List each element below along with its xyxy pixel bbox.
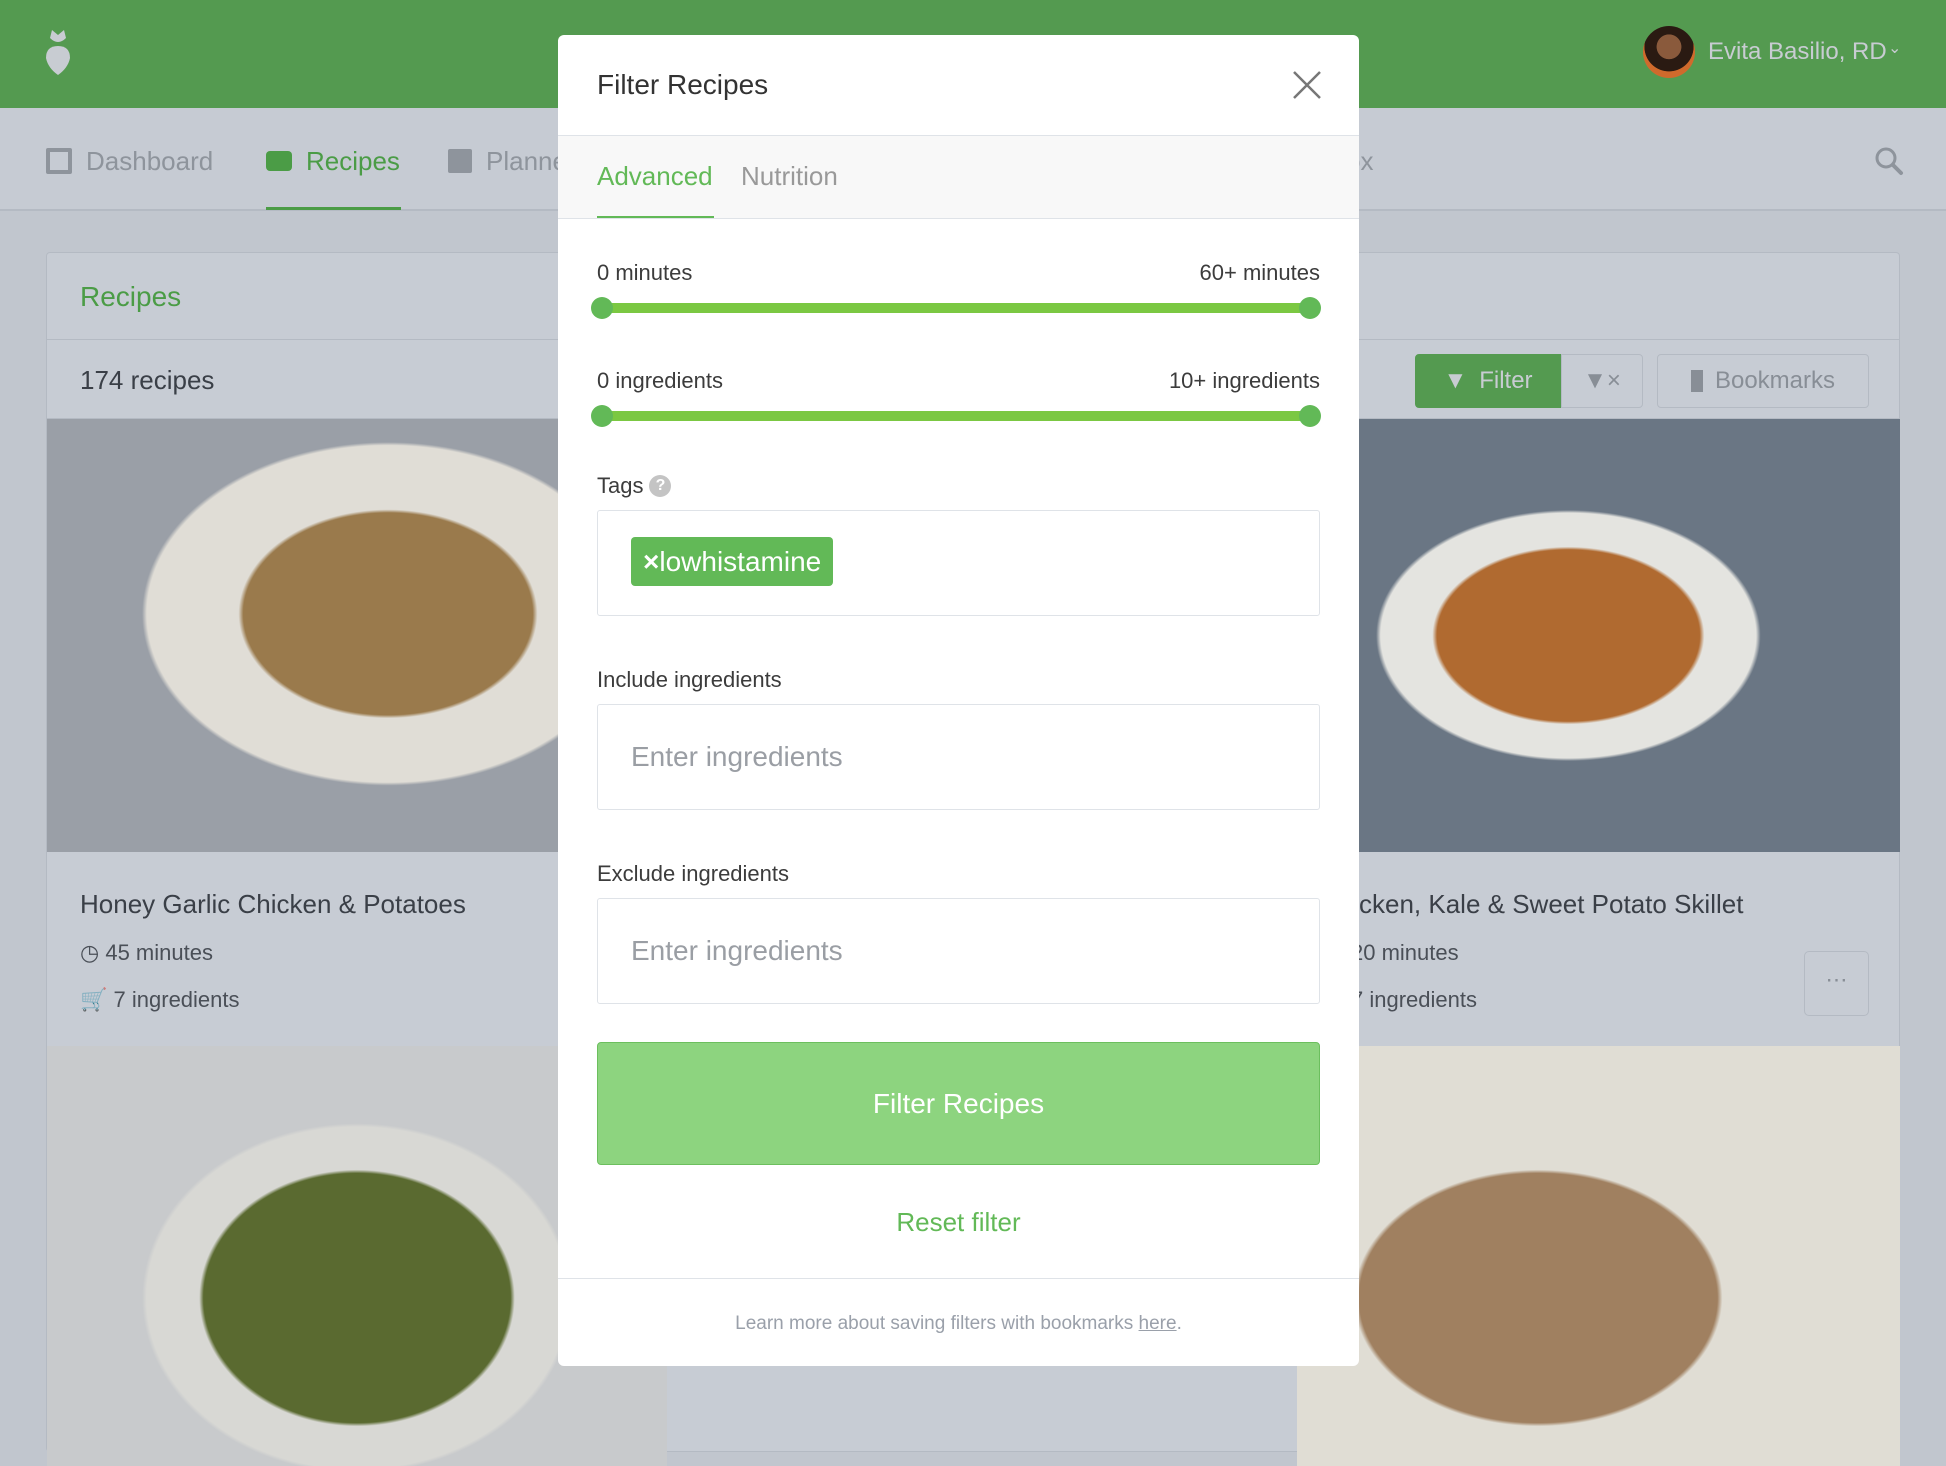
include-placeholder: Enter ingredients [631,741,843,772]
user-name[interactable]: Evita Basilio, RD [1708,38,1887,66]
time-max-label: 60+ minutes [1199,260,1320,285]
clear-filter-icon: ▼× [1583,367,1621,394]
chevron-down-icon[interactable]: ⌄ [1888,38,1901,58]
recipe-time: ◷ 45 minutes [80,940,213,966]
cart-icon: 🛒 [80,987,108,1012]
radish-logo-icon[interactable] [44,28,72,76]
include-label: Include ingredients [597,667,782,692]
panel-title: Recipes [80,281,182,312]
nav-item-planner[interactable]: Planner [448,144,576,178]
bookmarks-label: Bookmarks [1714,367,1836,394]
slider-min-handle[interactable] [591,297,613,319]
clear-filter-button[interactable]: ▼× [1561,354,1643,408]
tags-input[interactable]: ×lowhistamine [597,510,1320,616]
close-icon[interactable] [1292,70,1322,100]
exclude-placeholder: Enter ingredients [631,935,843,966]
tags-label-text: Tags [597,473,644,498]
search-icon[interactable] [1874,146,1904,176]
slider-max-handle[interactable] [1299,297,1321,319]
time-range-slider[interactable] [591,297,1321,319]
tab-advanced[interactable]: Advanced [597,161,713,192]
help-icon[interactable]: ? [649,475,672,497]
exclude-ingredients-input[interactable]: Enter ingredients [597,898,1320,1004]
ingredients-label: 7 ingredients [113,987,240,1012]
recipe-time: 20 minutes [1351,940,1459,965]
more-options-button[interactable]: ⋯ [1804,951,1869,1016]
filter-modal: Filter Recipes Advanced Nutrition 0 minu… [558,35,1359,1366]
bookmarks-button[interactable]: Bookmarks [1657,354,1869,408]
clock-icon: ◷ [80,940,100,965]
recipe-image[interactable] [1297,1046,1900,1466]
reset-filter-label: Reset filter [896,1207,1021,1237]
dashboard-icon [46,148,72,174]
filter-button[interactable]: ▼ Filter [1415,354,1561,408]
modal-title: Filter Recipes [597,69,769,100]
recipe-ingredients: 7 ingredients [1351,987,1477,1012]
slider-max-handle[interactable] [1299,405,1321,427]
ingredients-range-slider[interactable] [591,405,1321,427]
nav-label: Recipes [306,145,400,176]
filter-label: Filter [1479,367,1533,394]
recipe-count: 174 recipes [80,365,215,395]
bookmarks-help-link[interactable]: here [1139,1313,1177,1334]
exclude-label: Exclude ingredients [597,861,790,886]
avatar[interactable] [1643,26,1695,78]
tab-nutrition[interactable]: Nutrition [741,161,838,192]
include-ingredients-input[interactable]: Enter ingredients [597,704,1320,810]
calendar-icon [448,149,472,173]
time-min-label: 0 minutes [597,260,693,285]
time-label: 45 minutes [105,940,213,965]
remove-tag-icon[interactable]: × [643,546,659,577]
ingredients-max-label: 10+ ingredients [1168,368,1320,393]
slider-min-handle[interactable] [591,405,613,427]
recipe-title[interactable]: Honey Garlic Chicken & Potatoes [80,889,466,920]
tag-label: lowhistamine [659,546,822,577]
filter-recipes-button[interactable]: Filter Recipes [597,1042,1320,1165]
inbox-icon [266,151,292,171]
nav-item-dashboard[interactable]: Dashboard [46,144,213,178]
active-tab-underline [266,207,401,210]
tag-chip: ×lowhistamine [631,537,834,586]
footer-text: Learn more about saving filters with boo… [735,1313,1139,1334]
recipe-ingredients: 🛒 7 ingredients [80,987,240,1013]
ingredients-min-label: 0 ingredients [597,368,723,393]
recipe-image[interactable] [1297,419,1900,852]
tags-label: Tags ? [597,473,672,499]
nav-item-recipes[interactable]: Recipes [266,144,400,178]
modal-tabs: Advanced Nutrition [558,135,1359,219]
filter-icon: ▼ [1443,367,1468,394]
recipe-title[interactable]: cken, Kale & Sweet Potato Skillet [1359,889,1743,920]
nav-label: Dashboard [86,145,214,176]
footer-end: . [1176,1313,1182,1334]
footer-note: Learn more about saving filters with boo… [558,1313,1359,1335]
reset-filter-link[interactable]: Reset filter [558,1207,1359,1238]
bookmark-icon [1690,370,1703,392]
